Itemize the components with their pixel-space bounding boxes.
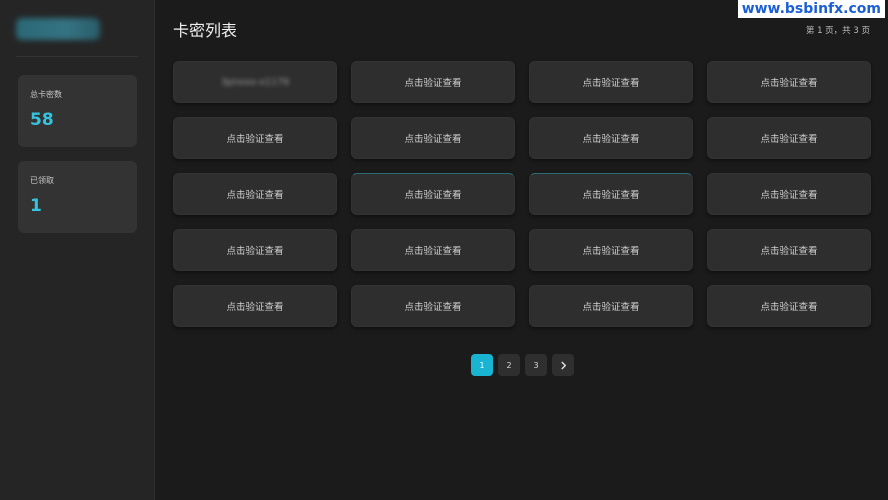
card-key-item[interactable]: 点击验证查看 xyxy=(707,229,871,271)
card-key-text: 点击验证查看 xyxy=(226,302,284,313)
card-key-text: 点击验证查看 xyxy=(226,134,284,145)
stat-card-total: 总卡密数 58 xyxy=(18,75,137,147)
stat-value: 58 xyxy=(30,110,54,130)
card-key-text: 点击验证查看 xyxy=(760,246,818,257)
card-key-text: 点击验证查看 xyxy=(582,190,640,201)
card-key-item[interactable]: 点击验证查看 xyxy=(529,117,693,159)
card-key-text: 点击验证查看 xyxy=(226,246,284,257)
card-key-item[interactable]: 点击验证查看 xyxy=(351,117,515,159)
stat-value: 1 xyxy=(30,196,42,216)
sidebar: 总卡密数 58 已领取 1 xyxy=(0,0,155,500)
next-page-button[interactable] xyxy=(552,354,574,376)
card-key-item[interactable]: 点击验证查看 xyxy=(529,61,693,103)
card-key-text: 点击验证查看 xyxy=(404,134,462,145)
card-key-item[interactable]: 点击验证查看 xyxy=(351,229,515,271)
card-key-item[interactable]: 点击验证查看 xyxy=(351,173,515,215)
card-key-item[interactable]: 点击验证查看 xyxy=(173,229,337,271)
stat-card-claimed: 已领取 1 xyxy=(18,161,137,233)
page-button-3[interactable]: 3 xyxy=(525,354,547,376)
card-key-item[interactable]: 点击验证查看 xyxy=(173,117,337,159)
page-button-2[interactable]: 2 xyxy=(498,354,520,376)
card-key-text: 点击验证查看 xyxy=(582,302,640,313)
card-key-text: 点击验证查看 xyxy=(582,134,640,145)
card-key-text: 点击验证查看 xyxy=(404,302,462,313)
card-key-text: 点击验证查看 xyxy=(582,246,640,257)
card-key-item[interactable]: 点击验证查看 xyxy=(529,285,693,327)
card-key-item[interactable]: 3pnxxx-x1179 xyxy=(173,61,337,103)
sidebar-divider xyxy=(16,56,138,57)
card-key-item[interactable]: 点击验证查看 xyxy=(529,229,693,271)
page-info: 第 1 页，共 3 页 xyxy=(805,26,870,36)
stat-label: 已领取 xyxy=(30,176,54,185)
watermark-text: www.bsbinfx.com xyxy=(737,0,885,18)
card-key-text: 点击验证查看 xyxy=(760,134,818,145)
card-key-item[interactable]: 点击验证查看 xyxy=(351,285,515,327)
chevron-right-icon xyxy=(560,361,566,369)
card-key-text: 3pnxxx-x1179 xyxy=(220,76,290,88)
card-key-text: 点击验证查看 xyxy=(404,78,462,89)
stat-label: 总卡密数 xyxy=(30,90,62,99)
card-key-item[interactable]: 点击验证查看 xyxy=(173,173,337,215)
card-key-item[interactable]: 点击验证查看 xyxy=(173,285,337,327)
card-key-text: 点击验证查看 xyxy=(582,78,640,89)
card-key-text: 点击验证查看 xyxy=(760,302,818,313)
card-grid: 3pnxxx-x1179 点击验证查看 点击验证查看 点击验证查看 点击验证查看… xyxy=(173,61,871,327)
page-button-1[interactable]: 1 xyxy=(471,354,493,376)
brand-logo xyxy=(16,18,100,40)
card-key-item[interactable]: 点击验证查看 xyxy=(707,61,871,103)
pagination: 1 2 3 xyxy=(471,354,574,376)
card-key-text: 点击验证查看 xyxy=(404,246,462,257)
card-key-item[interactable]: 点击验证查看 xyxy=(707,117,871,159)
card-key-item[interactable]: 点击验证查看 xyxy=(707,285,871,327)
card-key-text: 点击验证查看 xyxy=(760,190,818,201)
page-title: 卡密列表 xyxy=(173,21,238,40)
card-key-item[interactable]: 点击验证查看 xyxy=(529,173,693,215)
card-key-text: 点击验证查看 xyxy=(760,78,818,89)
card-key-text: 点击验证查看 xyxy=(226,190,284,201)
card-key-text: 点击验证查看 xyxy=(404,190,462,201)
card-key-item[interactable]: 点击验证查看 xyxy=(351,61,515,103)
card-key-item[interactable]: 点击验证查看 xyxy=(707,173,871,215)
